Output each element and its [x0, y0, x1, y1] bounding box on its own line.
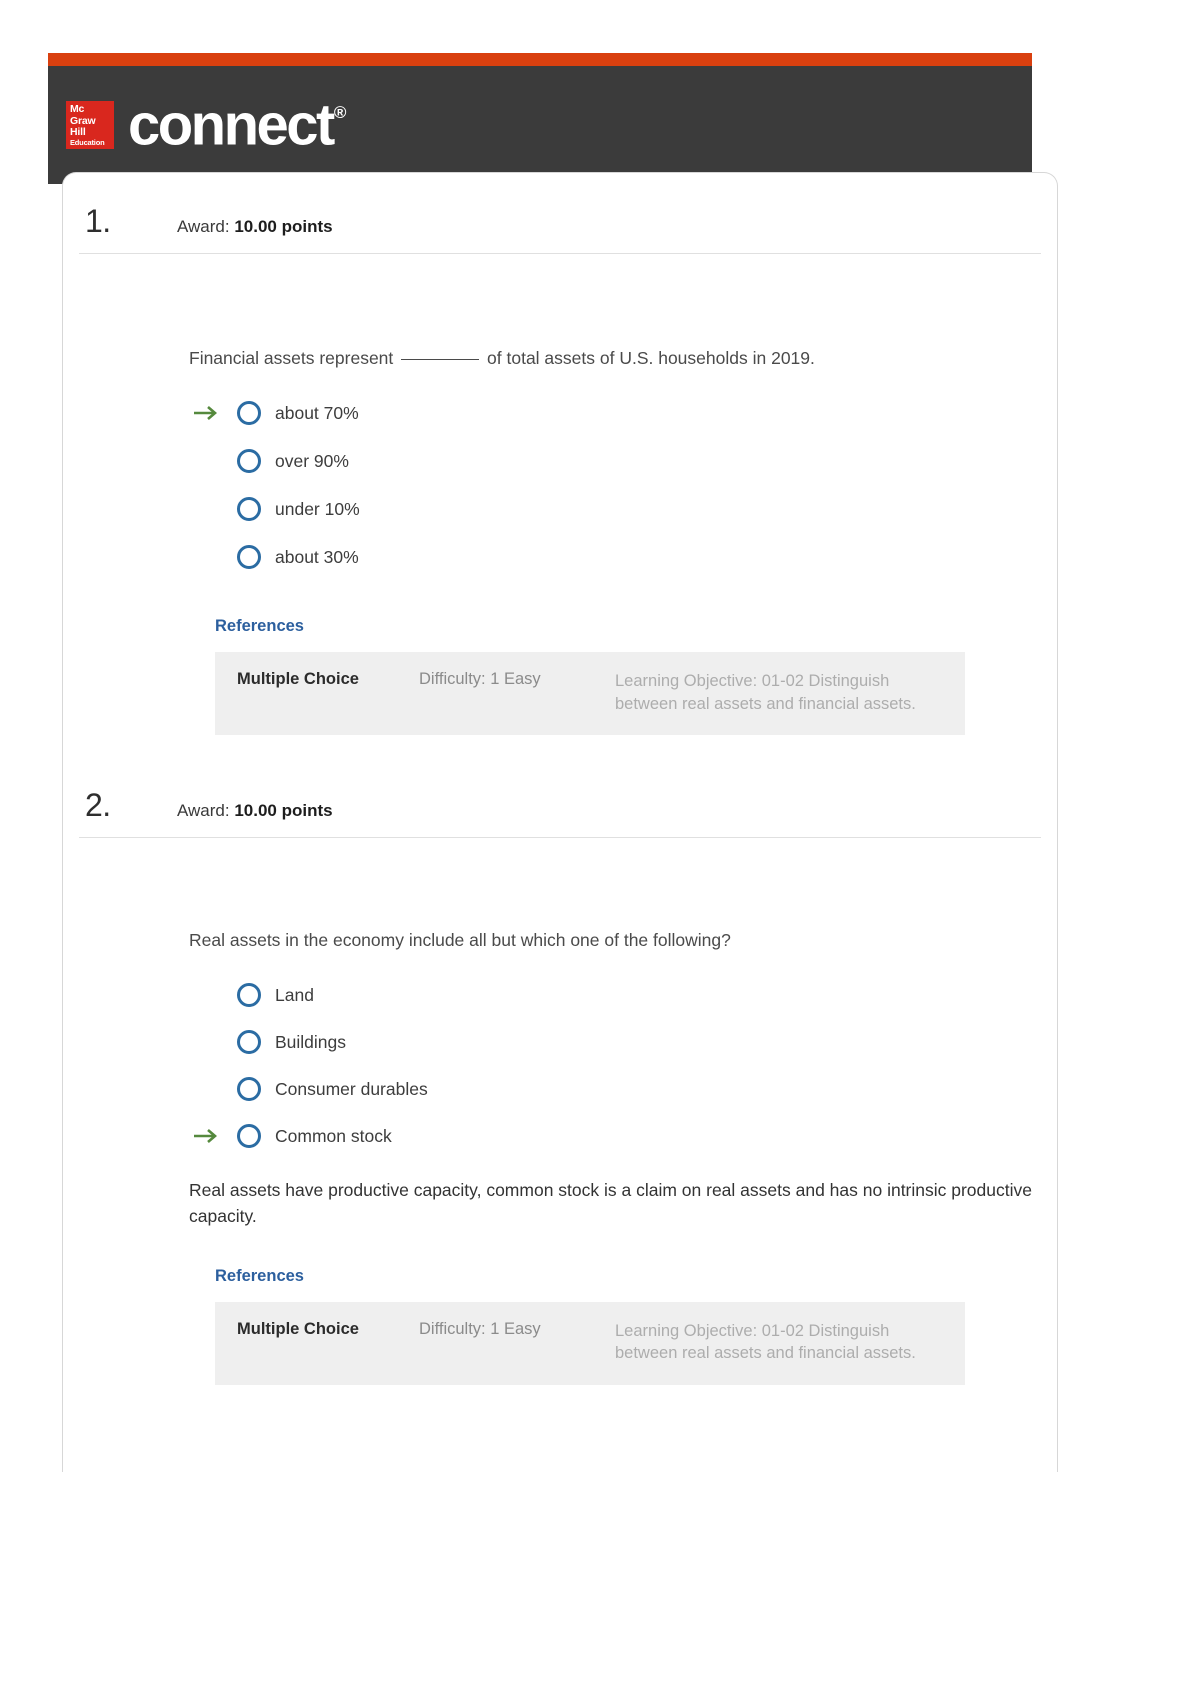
question-body: Real assets in the economy include all b… [63, 838, 1057, 1385]
radio-button-icon[interactable] [237, 497, 261, 522]
metadata-question-type: Multiple Choice [237, 670, 359, 689]
award-points: 10.00 points [234, 217, 333, 236]
question-award: Award: 10.00 points [177, 217, 333, 237]
references-link[interactable]: References [189, 1267, 304, 1286]
correct-answer-arrow-icon [194, 406, 217, 421]
award-label: Award: [177, 800, 230, 820]
answer-option[interactable]: over 90% [189, 449, 1035, 474]
question-prompt: Financial assets represent of total asse… [189, 346, 1035, 371]
radio-button-icon[interactable] [237, 1030, 261, 1055]
connect-wordmark: connect® [128, 95, 347, 154]
question-award: Award: 10.00 points [177, 801, 333, 821]
answer-option-label: about 70% [275, 402, 359, 423]
answer-option[interactable]: Land [189, 983, 1035, 1008]
connect-wordmark-text: connect [128, 92, 335, 158]
question-metadata-bar: Multiple Choice Difficulty: 1 Easy Learn… [215, 652, 965, 735]
brand-lockup: Mc Graw Hill Education connect® [66, 95, 347, 154]
question-number: 1. [85, 203, 111, 239]
question-block: 1. Award: 10.00 points Financial assets … [63, 173, 1057, 735]
correct-answer-arrow-icon [194, 1129, 217, 1144]
answer-option-label: Common stock [275, 1125, 392, 1146]
answer-explanation: Real assets have productive capacity, co… [189, 1180, 1032, 1226]
question-prompt-before: Financial assets represent [189, 348, 394, 368]
radio-button-icon[interactable] [237, 401, 261, 426]
answer-option[interactable]: under 10% [189, 497, 1035, 522]
questions-card: 1. Award: 10.00 points Financial assets … [62, 172, 1058, 1472]
answer-option-label: under 10% [275, 498, 360, 519]
question-block: 2. Award: 10.00 points Real assets in th… [63, 735, 1057, 1385]
logo-line-hill: Hill [70, 125, 86, 138]
award-points: 10.00 points [234, 800, 333, 820]
answer-option[interactable]: about 30% [189, 545, 1035, 570]
metadata-difficulty: Difficulty: 1 Easy [419, 1320, 541, 1339]
question-body: Financial assets represent of total asse… [63, 254, 1057, 735]
header-accent-bar [48, 53, 1032, 66]
answer-option-label: Consumer durables [275, 1078, 428, 1099]
fill-in-blank [401, 359, 480, 360]
radio-button-icon[interactable] [237, 1124, 261, 1149]
logo-line-mc: Mc [70, 103, 85, 116]
header-dark-bar: Mc Graw Hill Education connect® [48, 66, 1032, 184]
award-label: Award: [177, 217, 230, 236]
references-link[interactable]: References [189, 617, 304, 636]
registered-trademark-icon: ® [333, 103, 347, 122]
answer-option-label: Buildings [275, 1031, 347, 1052]
answer-option-label: about 30% [275, 546, 359, 567]
answer-options-list: Land Buildings Consumer durables Common … [189, 983, 1035, 1149]
answer-option[interactable]: Consumer durables [189, 1077, 1035, 1102]
question-metadata-bar: Multiple Choice Difficulty: 1 Easy Learn… [215, 1302, 965, 1385]
radio-button-icon[interactable] [237, 545, 261, 570]
metadata-learning-objective: Learning Objective: 01-02 Distinguish be… [615, 672, 916, 713]
question-header: 2. Award: 10.00 points [63, 787, 1057, 824]
app-header: Mc Graw Hill Education connect® [48, 53, 1032, 184]
question-prompt-before: Real assets in the economy include all b… [189, 929, 731, 950]
mcgraw-hill-education-logo-icon: Mc Graw Hill Education [66, 101, 114, 150]
answer-options-list: about 70% over 90% under 10% about 30% [189, 401, 1035, 570]
answer-option-label: over 90% [275, 450, 349, 471]
question-header: 1. Award: 10.00 points [63, 203, 1057, 240]
logo-line-education: Education [70, 138, 105, 148]
question-prompt: Real assets in the economy include all b… [189, 928, 1035, 953]
radio-button-icon[interactable] [237, 983, 261, 1008]
question-prompt-after: of total assets of U.S. households in 20… [487, 348, 815, 368]
question-number: 2. [85, 786, 111, 823]
page-root: Mc Graw Hill Education connect® 1. Award… [0, 0, 1200, 1697]
metadata-question-type: Multiple Choice [237, 1320, 359, 1339]
radio-button-icon[interactable] [237, 449, 261, 474]
metadata-difficulty: Difficulty: 1 Easy [419, 670, 541, 689]
answer-option[interactable]: Buildings [189, 1030, 1035, 1055]
answer-option[interactable]: about 70% [189, 401, 1035, 426]
radio-button-icon[interactable] [237, 1077, 261, 1102]
answer-option-label: Land [275, 984, 314, 1005]
metadata-learning-objective: Learning Objective: 01-02 Distinguish be… [615, 1322, 916, 1363]
answer-option[interactable]: Common stock [189, 1124, 1035, 1149]
